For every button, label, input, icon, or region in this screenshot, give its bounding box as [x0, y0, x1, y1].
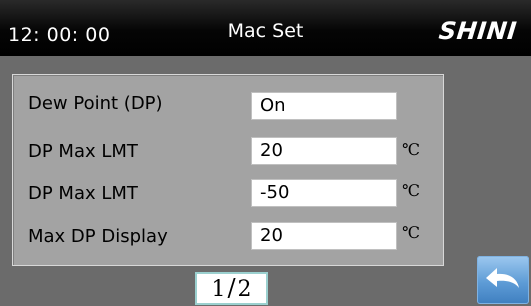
- dp-min-limit-field[interactable]: -50: [251, 179, 397, 207]
- dp-max-limit-field[interactable]: 20: [251, 137, 397, 165]
- page-indicator[interactable]: 1/2: [195, 272, 268, 305]
- dp-min-limit-unit: ℃: [402, 181, 420, 200]
- total-pages: 2: [237, 277, 252, 302]
- return-arrow-icon: [486, 268, 519, 288]
- dew-point-field[interactable]: On: [251, 92, 397, 120]
- dp-max-limit-unit: ℃: [402, 140, 420, 159]
- current-page: 1: [211, 277, 226, 302]
- dew-point-label: Dew Point (DP): [28, 93, 163, 114]
- dp-max-limit-label: DP Max LMT: [28, 141, 138, 162]
- header-bar: 12: 00: 00 Mac Set SHINI: [0, 0, 531, 56]
- back-button[interactable]: [477, 256, 529, 304]
- page-separator: /: [227, 274, 236, 302]
- max-dp-display-label: Max DP Display: [28, 226, 168, 247]
- dp-min-limit-label: DP Max LMT: [28, 183, 138, 204]
- max-dp-display-field[interactable]: 20: [251, 222, 397, 250]
- brand-logo: SHINI: [437, 17, 519, 45]
- max-dp-display-unit: ℃: [402, 223, 420, 242]
